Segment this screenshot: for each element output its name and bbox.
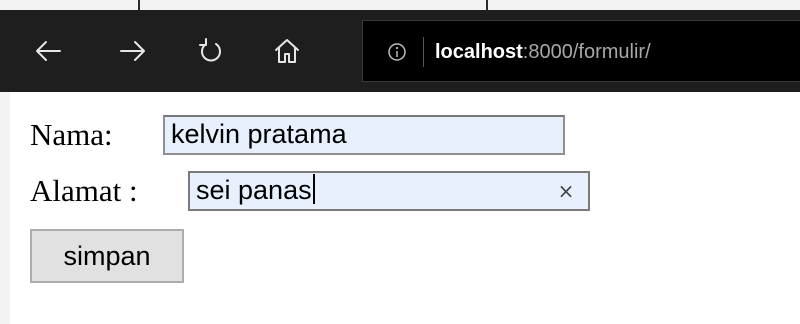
alamat-label: Alamat : xyxy=(30,173,138,208)
alamat-input-value: sei panas xyxy=(196,175,312,205)
nama-input-value: kelvin pratama xyxy=(171,119,347,149)
address-bar[interactable]: localhost:8000/formulir/ xyxy=(362,20,800,82)
tab-separator xyxy=(138,0,140,10)
nama-input[interactable]: kelvin pratama xyxy=(163,115,565,155)
tab-strip xyxy=(0,0,800,10)
arrow-right-icon xyxy=(120,41,145,61)
refresh-button[interactable] xyxy=(191,31,231,71)
clear-icon[interactable]: × xyxy=(554,179,578,203)
browser-window: localhost:8000/formulir/ Nama: kelvin pr… xyxy=(0,0,800,324)
info-icon[interactable] xyxy=(387,42,407,62)
url-host: localhost xyxy=(435,41,523,63)
simpan-button[interactable]: simpan xyxy=(30,229,184,283)
alamat-input[interactable]: sei panas × xyxy=(188,171,590,211)
home-icon xyxy=(275,39,299,63)
url-path: :8000/formulir/ xyxy=(522,41,651,63)
browser-toolbar: localhost:8000/formulir/ xyxy=(0,10,800,92)
url-text[interactable]: localhost:8000/formulir/ xyxy=(435,38,651,66)
address-divider xyxy=(423,37,424,67)
refresh-icon xyxy=(199,38,221,62)
page-content: Nama: kelvin pratama Alamat : sei panas … xyxy=(10,92,800,324)
arrow-left-icon xyxy=(36,41,61,61)
nama-label: Nama: xyxy=(30,117,113,152)
back-button[interactable] xyxy=(28,31,68,71)
home-button[interactable] xyxy=(267,31,307,71)
forward-button[interactable] xyxy=(113,31,153,71)
tab-separator xyxy=(486,0,488,10)
text-caret xyxy=(312,174,315,204)
